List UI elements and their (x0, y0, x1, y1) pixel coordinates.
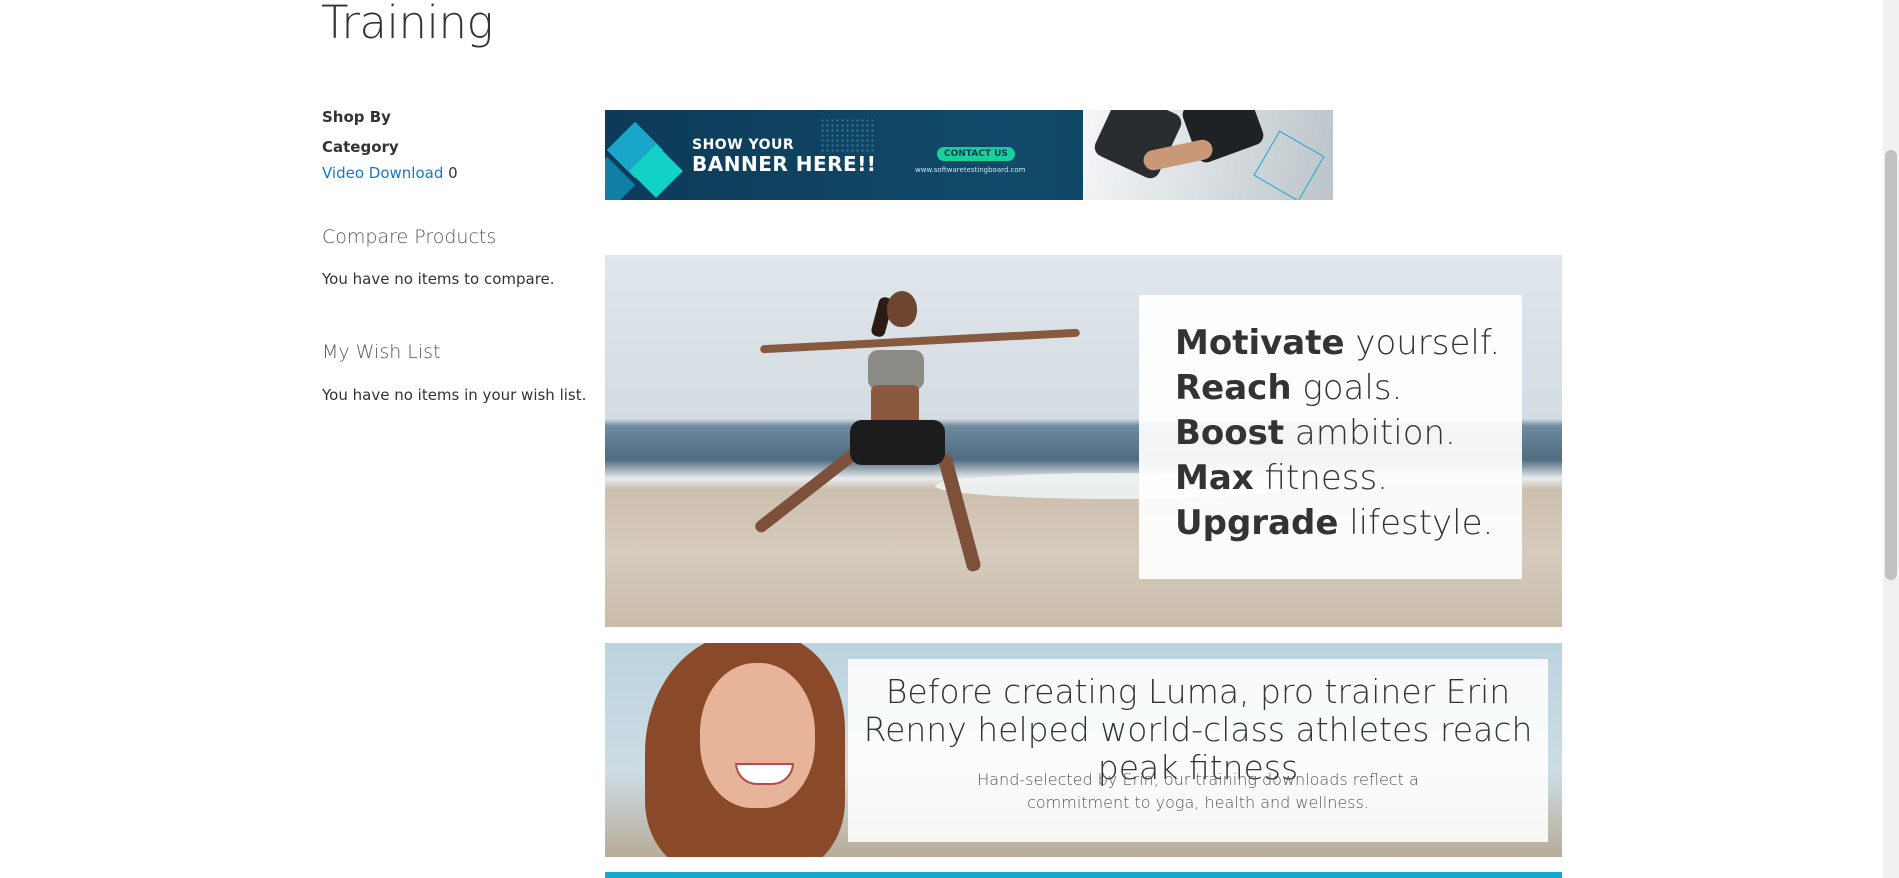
hero-banner[interactable]: Motivate yourself. Reach goals. Boost am… (605, 255, 1562, 627)
wishlist-title: My Wish List (322, 341, 441, 363)
filter-count: 0 (448, 164, 458, 182)
promo-banner[interactable]: SHOW YOUR BANNER HERE!! CONTACT US www.s… (605, 110, 1333, 200)
hero-line-bold: Boost (1175, 413, 1285, 453)
hero-line-bold: Max (1175, 458, 1254, 498)
figure-head (887, 291, 917, 327)
banner-headline: SHOW YOUR BANNER HERE!! (692, 138, 876, 174)
shop-by-title: Shop By (322, 108, 391, 126)
scrollbar-thumb[interactable] (1885, 150, 1897, 580)
hero-line-rest: fitness. (1253, 458, 1388, 498)
page-title: Training (321, 0, 494, 49)
hero-line: Boost ambition. (1175, 411, 1500, 456)
filter-category-title[interactable]: Category (322, 138, 399, 156)
figure-shorts (850, 420, 945, 465)
hero-line-rest: goals. (1291, 368, 1403, 408)
hero-line-bold: Reach (1175, 368, 1292, 408)
hero-line-bold: Upgrade (1175, 503, 1339, 543)
hero-text-panel: Motivate yourself. Reach goals. Boost am… (1139, 295, 1522, 579)
page-scrollbar[interactable] (1883, 0, 1899, 878)
filter-link-video-download[interactable]: Video Download (322, 164, 443, 182)
hero-line: Max fitness. (1175, 456, 1500, 501)
contact-us-button[interactable]: CONTACT US (937, 147, 1015, 161)
figure-leg (752, 445, 863, 535)
figure-torso (871, 385, 919, 425)
hero-line-bold: Motivate (1175, 323, 1345, 363)
hero-line-rest: yourself. (1344, 323, 1501, 363)
figure-top (868, 350, 924, 390)
compare-empty-text: You have no items to compare. (322, 270, 555, 288)
figure-arms (760, 328, 1080, 354)
hero-line: Upgrade lifestyle. (1175, 501, 1500, 546)
next-banner-edge (605, 872, 1562, 878)
trainer-face (700, 663, 815, 808)
wishlist-empty-text: You have no items in your wish list. (322, 386, 587, 404)
handshake-image (1083, 110, 1333, 200)
trainer-subtext: Hand-selected by Erin, our training down… (977, 770, 1419, 812)
hero-line-rest: lifestyle. (1338, 503, 1494, 543)
trainer-banner[interactable]: Before creating Luma, pro trainer Erin R… (605, 643, 1562, 857)
compare-products-title: Compare Products (322, 226, 497, 248)
figure-leg (937, 453, 982, 573)
hero-line-rest: ambition. (1284, 413, 1456, 453)
banner-url: www.softwaretestingboard.com (915, 166, 1026, 174)
trainer-text-panel: Before creating Luma, pro trainer Erin R… (848, 659, 1548, 842)
hero-lines: Motivate yourself. Reach goals. Boost am… (1175, 321, 1500, 546)
banner-headline-line2: BANNER HERE!! (692, 152, 877, 176)
hero-line: Reach goals. (1175, 366, 1500, 411)
cube-shape (1253, 130, 1325, 200)
banner-headline-line1: SHOW YOUR (692, 137, 795, 153)
hero-line: Motivate yourself. (1175, 321, 1500, 366)
filter-option-video-download: Video Download 0 (322, 164, 458, 182)
